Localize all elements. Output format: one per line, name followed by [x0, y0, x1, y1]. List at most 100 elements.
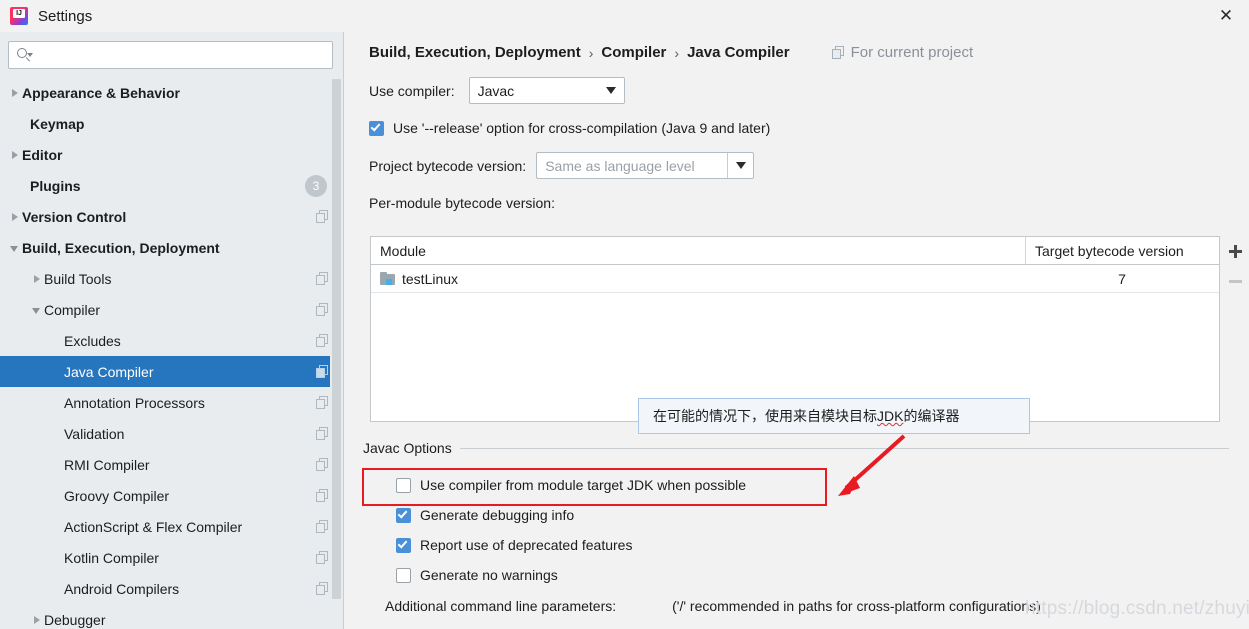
sidebar-item-java-compiler[interactable]: Java Compiler — [0, 356, 343, 387]
sidebar-item-editor[interactable]: Editor — [0, 139, 343, 170]
generate-debugging-info-row[interactable]: Generate debugging info — [345, 507, 1249, 523]
breadcrumb-item-1[interactable]: Compiler — [601, 44, 666, 61]
generate-no-warnings-label: Generate no warnings — [420, 567, 558, 583]
sidebar-item-kotlin-compiler[interactable]: Kotlin Compiler — [0, 542, 343, 573]
settings-window: IJ Settings ✕ Appearance & Behavior Keyma… — [0, 0, 1249, 629]
chevron-right-icon[interactable] — [30, 272, 44, 286]
sidebar-item-actionscript-flex-compiler[interactable]: ActionScript & Flex Compiler — [0, 511, 343, 542]
sidebar-item-label: Keymap — [30, 115, 85, 132]
table-row[interactable]: testLinux 7 — [371, 265, 1219, 293]
search-icon — [16, 47, 33, 63]
sidebar-item-label: Build Tools — [44, 270, 112, 287]
additional-params-hint: ('/' recommended in paths for cross-plat… — [672, 598, 1041, 614]
copy-scope-icon[interactable] — [316, 396, 329, 409]
table-toolbar — [1221, 236, 1249, 422]
sidebar-item-label: Version Control — [22, 208, 127, 225]
add-module-button[interactable] — [1221, 236, 1249, 266]
sidebar-item-annotation-processors[interactable]: Annotation Processors — [0, 387, 343, 418]
table-column-module[interactable]: Module — [371, 237, 1025, 264]
table-cell-target[interactable]: 7 — [1025, 271, 1219, 287]
sidebar-scrollbar-thumb[interactable] — [332, 79, 341, 599]
chevron-down-icon[interactable] — [30, 303, 44, 317]
per-module-table: Module Target bytecode version testLinux… — [370, 236, 1220, 422]
copy-scope-icon[interactable] — [316, 334, 329, 347]
javac-options-header: Javac Options — [345, 440, 1249, 456]
divider — [459, 447, 1229, 449]
sidebar-item-debugger[interactable]: Debugger — [0, 604, 343, 629]
sidebar-item-excludes[interactable]: Excludes — [0, 325, 343, 356]
table-column-target[interactable]: Target bytecode version — [1025, 237, 1219, 264]
sidebar-item-label: Appearance & Behavior — [22, 84, 180, 101]
module-icon — [380, 272, 395, 285]
copy-scope-icon[interactable] — [316, 303, 329, 316]
copy-scope-icon[interactable] — [316, 427, 329, 440]
chevron-right-icon[interactable] — [8, 86, 22, 100]
sidebar-item-compiler[interactable]: Compiler — [0, 294, 343, 325]
copy-scope-icon[interactable] — [316, 520, 329, 533]
chevron-down-icon[interactable] — [8, 241, 22, 255]
project-bytecode-dropdown[interactable]: Same as language level — [536, 152, 755, 179]
sidebar-item-validation[interactable]: Validation — [0, 418, 343, 449]
chevron-right-icon[interactable] — [30, 613, 44, 627]
copy-scope-icon[interactable] — [316, 551, 329, 564]
use-compiler-value: Javac — [477, 82, 515, 99]
additional-params-label: Additional command line parameters: — [385, 598, 617, 614]
copy-scope-icon[interactable] — [316, 582, 329, 595]
sidebar-item-label: Validation — [64, 425, 125, 442]
release-option-row[interactable]: Use '--release' option for cross-compila… — [345, 120, 1249, 136]
chevron-right-icon[interactable] — [8, 210, 22, 224]
use-module-jdk-compiler-row[interactable]: Use compiler from module target JDK when… — [345, 477, 1249, 493]
project-bytecode-row: Project bytecode version: Same as langua… — [345, 152, 1249, 179]
window-title: Settings — [38, 7, 93, 25]
sidebar-item-label: Compiler — [44, 301, 101, 318]
breadcrumb-separator: › — [674, 44, 680, 61]
generate-debugging-info-checkbox[interactable] — [396, 507, 411, 523]
sidebar-item-keymap[interactable]: Keymap — [0, 108, 343, 139]
search-input[interactable] — [36, 47, 325, 63]
sidebar-item-version-control[interactable]: Version Control — [0, 201, 343, 232]
table-cell-module: testLinux — [371, 271, 1025, 287]
table-header: Module Target bytecode version — [371, 237, 1219, 265]
search-box[interactable] — [8, 41, 333, 69]
tooltip-text-underlined: JDK — [877, 408, 904, 424]
sidebar-item-groovy-compiler[interactable]: Groovy Compiler — [0, 480, 343, 511]
sidebar-item-rmi-compiler[interactable]: RMI Compiler — [0, 449, 343, 480]
sidebar-item-android-compilers[interactable]: Android Compilers — [0, 573, 343, 604]
module-name: testLinux — [402, 270, 459, 287]
use-compiler-dropdown[interactable]: Javac — [468, 77, 625, 104]
generate-no-warnings-checkbox[interactable] — [396, 567, 411, 583]
copy-scope-icon[interactable] — [316, 272, 329, 285]
sidebar-item-build-tools[interactable]: Build Tools — [0, 263, 343, 294]
sidebar-item-plugins[interactable]: Plugins 3 — [0, 170, 343, 201]
project-bytecode-value: Same as language level — [545, 157, 695, 174]
close-icon[interactable]: ✕ — [1203, 0, 1249, 32]
copy-scope-icon[interactable] — [316, 365, 329, 378]
sidebar-scrollbar[interactable] — [330, 77, 343, 629]
sidebar-item-appearance-behavior[interactable]: Appearance & Behavior — [0, 77, 343, 108]
use-module-jdk-compiler-checkbox[interactable] — [396, 477, 411, 493]
chevron-down-icon[interactable] — [727, 153, 753, 178]
generate-no-warnings-row[interactable]: Generate no warnings — [345, 567, 1249, 583]
release-option-checkbox[interactable] — [369, 120, 384, 136]
chevron-right-icon[interactable] — [8, 148, 22, 162]
sidebar-item-badge: 3 — [305, 174, 327, 197]
remove-module-button — [1221, 266, 1249, 296]
search-container — [0, 32, 343, 77]
breadcrumb-item-0[interactable]: Build, Execution, Deployment — [369, 44, 581, 61]
sidebar-item-label: Editor — [22, 146, 63, 163]
watermark: https://blog.csdn.net/zhuyin6553 — [1025, 598, 1249, 619]
report-deprecated-row[interactable]: Report use of deprecated features — [345, 537, 1249, 553]
breadcrumb-item-2: Java Compiler — [687, 44, 790, 61]
for-current-project-label: For current project — [831, 44, 973, 61]
sidebar-item-label: Build, Execution, Deployment — [22, 239, 220, 256]
sidebar-item-label: Debugger — [44, 611, 106, 628]
translation-tooltip: 在可能的情况下，使用来自模块目标 JDK 的编译器 — [638, 398, 1030, 434]
report-deprecated-checkbox[interactable] — [396, 537, 411, 553]
sidebar-item-build-execution-deployment[interactable]: Build, Execution, Deployment — [0, 232, 343, 263]
copy-scope-icon[interactable] — [316, 210, 329, 223]
tooltip-text-prefix: 在可能的情况下，使用来自模块目标 — [653, 408, 877, 424]
sidebar-item-label: Plugins — [30, 177, 81, 194]
sidebar-item-label: Kotlin Compiler — [64, 549, 159, 566]
copy-scope-icon[interactable] — [316, 489, 329, 502]
copy-scope-icon[interactable] — [316, 458, 329, 471]
